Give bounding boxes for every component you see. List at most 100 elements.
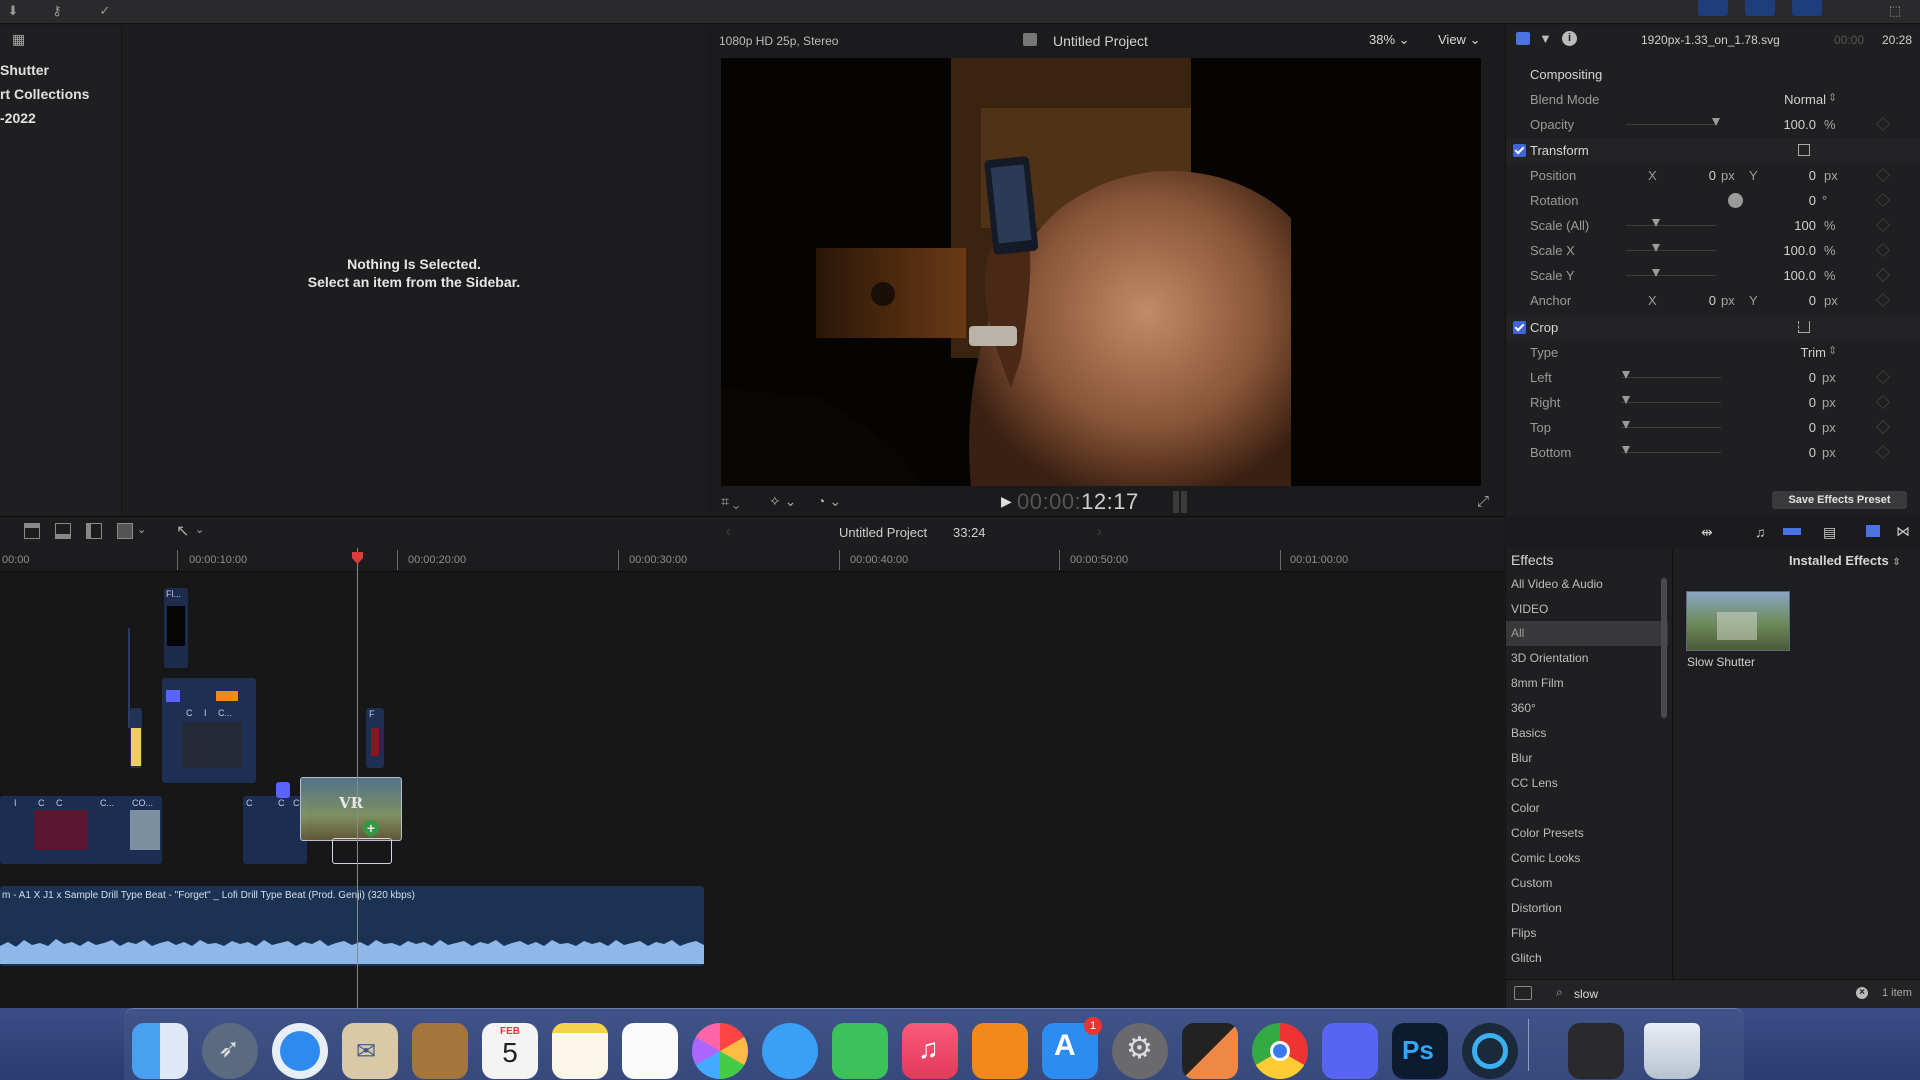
libraries-icon[interactable]: ▦ bbox=[12, 31, 30, 49]
browser-toggle-button[interactable] bbox=[1698, 0, 1728, 16]
solo-icon[interactable] bbox=[1783, 528, 1801, 535]
effects-category-selected[interactable]: All bbox=[1506, 621, 1668, 646]
primary-storyline-clips[interactable]: I C C C... CO... bbox=[0, 796, 162, 864]
timeline-toggle-button[interactable] bbox=[1745, 0, 1775, 16]
chrome-icon[interactable] bbox=[1252, 1023, 1308, 1079]
final-cut-pro-icon[interactable] bbox=[1182, 1023, 1238, 1079]
category-scrollbar[interactable] bbox=[1661, 578, 1667, 718]
anchor-x-value[interactable]: 0 bbox=[1676, 293, 1716, 308]
import-icon[interactable]: ⬇ bbox=[2, 2, 24, 20]
effects-category[interactable]: Distortion bbox=[1506, 896, 1668, 921]
forward-nav-icon[interactable]: › bbox=[1097, 523, 1102, 539]
timeline-clip[interactable] bbox=[130, 708, 142, 768]
skimming-icon[interactable]: ⇹ bbox=[1701, 524, 1713, 541]
select-tool-icon[interactable]: ↖ bbox=[176, 521, 189, 541]
facetime-icon[interactable] bbox=[832, 1023, 888, 1079]
scale-all-keyframe-icon[interactable] bbox=[1875, 217, 1891, 233]
books-icon[interactable] bbox=[972, 1023, 1028, 1079]
discord-icon[interactable] bbox=[1322, 1023, 1378, 1079]
retime-icon[interactable]: ◔ ⌄ bbox=[817, 493, 841, 510]
view-menu[interactable]: View ⌄ bbox=[1438, 32, 1480, 48]
effects-category[interactable]: Flips bbox=[1506, 921, 1668, 946]
photos-icon[interactable] bbox=[692, 1023, 748, 1079]
effects-category[interactable]: Color bbox=[1506, 796, 1668, 821]
crop-top-value[interactable]: 0 bbox=[1766, 420, 1816, 435]
video-preview[interactable] bbox=[721, 58, 1481, 486]
effects-category[interactable]: Color Presets bbox=[1506, 821, 1668, 846]
insert-clip-icon[interactable] bbox=[55, 523, 71, 539]
overwrite-clip-icon[interactable] bbox=[117, 523, 133, 539]
rotation-dial[interactable] bbox=[1728, 193, 1743, 208]
mail-icon[interactable]: ✉ bbox=[342, 1023, 398, 1079]
scale-all-slider[interactable] bbox=[1626, 225, 1716, 226]
anchor-y-value[interactable]: 0 bbox=[1776, 293, 1816, 308]
transform-onscreen-icon[interactable] bbox=[1798, 144, 1810, 156]
scale-y-keyframe-icon[interactable] bbox=[1875, 267, 1891, 283]
crop-left-value[interactable]: 0 bbox=[1766, 370, 1816, 385]
crop-left-slider[interactable] bbox=[1621, 377, 1721, 378]
scale-x-keyframe-icon[interactable] bbox=[1875, 242, 1891, 258]
crop-top-knob[interactable] bbox=[1622, 421, 1630, 429]
effect-name[interactable]: Slow Shutter bbox=[1687, 655, 1755, 669]
back-nav-icon[interactable]: ‹ bbox=[726, 523, 731, 539]
launchpad-icon[interactable]: ➶ bbox=[202, 1023, 258, 1079]
video-inspector-icon[interactable] bbox=[1516, 32, 1530, 45]
audio-clip[interactable]: m - A1 X J1 x Sample Drill Type Beat - "… bbox=[0, 886, 704, 966]
crop-type-select[interactable]: Trim bbox=[1776, 345, 1826, 360]
scale-all-knob[interactable] bbox=[1652, 219, 1660, 227]
crop-right-slider[interactable] bbox=[1621, 402, 1721, 403]
enhance-icon[interactable]: ✧ ⌄ bbox=[769, 493, 796, 510]
reminders-icon[interactable] bbox=[622, 1023, 678, 1079]
finder-icon[interactable] bbox=[132, 1023, 188, 1079]
crop-left-keyframe-icon[interactable] bbox=[1875, 369, 1891, 385]
opacity-slider[interactable] bbox=[1626, 124, 1716, 125]
scale-x-knob[interactable] bbox=[1652, 244, 1660, 252]
effects-browser-icon[interactable] bbox=[1866, 525, 1880, 537]
keywords-icon[interactable]: ⚷ bbox=[46, 2, 68, 20]
blend-mode-select[interactable]: Normal bbox=[1766, 92, 1826, 107]
crop-onscreen-icon[interactable] bbox=[1798, 321, 1810, 333]
safari-icon[interactable] bbox=[272, 1023, 328, 1079]
scale-y-slider[interactable] bbox=[1626, 275, 1716, 276]
save-effects-preset-button[interactable]: Save Effects Preset bbox=[1772, 491, 1907, 509]
crop-top-keyframe-icon[interactable] bbox=[1875, 419, 1891, 435]
effects-category[interactable]: Comic Looks bbox=[1506, 846, 1668, 871]
effects-category[interactable]: Blur bbox=[1506, 746, 1668, 771]
primary-storyline-clips[interactable]: C C C bbox=[243, 796, 307, 864]
notes-icon[interactable] bbox=[552, 1023, 608, 1079]
contacts-icon[interactable] bbox=[412, 1023, 468, 1079]
drop-target-clip[interactable] bbox=[332, 838, 392, 864]
position-keyframe-icon[interactable] bbox=[1875, 167, 1891, 183]
audio-skimming-icon[interactable]: ♫ bbox=[1755, 524, 1766, 540]
installed-effects-menu[interactable]: Installed Effects ⇕ bbox=[1789, 553, 1901, 568]
opacity-keyframe-icon[interactable] bbox=[1875, 116, 1891, 132]
effects-category[interactable]: All Video & Audio bbox=[1506, 572, 1668, 597]
dragged-effect-thumbnail[interactable]: VR + bbox=[300, 777, 402, 841]
messages-icon[interactable] bbox=[762, 1023, 818, 1079]
zoom-menu[interactable]: 38% ⌄ bbox=[1369, 32, 1410, 48]
opacity-value[interactable]: 100.0 bbox=[1746, 117, 1816, 132]
effects-category[interactable]: 8mm Film bbox=[1506, 671, 1668, 696]
effects-category[interactable]: 360° bbox=[1506, 696, 1668, 721]
timeline[interactable]: 00:00 00:00:10:00 00:00:20:00 00:00:30:0… bbox=[0, 548, 1504, 1008]
crop-right-knob[interactable] bbox=[1622, 396, 1630, 404]
effects-category[interactable]: Glitch bbox=[1506, 946, 1668, 971]
tool-menu-chevron-icon[interactable]: ⌄ bbox=[195, 523, 204, 536]
effects-category[interactable]: Basics bbox=[1506, 721, 1668, 746]
transitions-browser-icon[interactable]: ⋈ bbox=[1896, 523, 1910, 540]
app-store-icon[interactable]: A 1 bbox=[1042, 1017, 1102, 1079]
scale-all-value[interactable]: 100 bbox=[1766, 218, 1816, 233]
clear-search-icon[interactable]: × bbox=[1856, 987, 1868, 999]
playhead-line[interactable] bbox=[357, 548, 358, 1008]
crop-left-knob[interactable] bbox=[1622, 371, 1630, 379]
clip-appearance-icon[interactable]: ▤ bbox=[1823, 524, 1836, 541]
transform-checkbox[interactable] bbox=[1513, 144, 1526, 157]
system-preferences-icon[interactable]: ⚙ bbox=[1112, 1023, 1168, 1079]
effect-thumbnail-slow-shutter[interactable] bbox=[1686, 591, 1790, 651]
filter-icon[interactable]: ▼ bbox=[1539, 31, 1552, 46]
recent-document-icon[interactable] bbox=[1568, 1023, 1624, 1079]
position-y-value[interactable]: 0 bbox=[1776, 168, 1816, 183]
crop-right-value[interactable]: 0 bbox=[1766, 395, 1816, 410]
background-tasks-icon[interactable]: ✓ bbox=[94, 2, 116, 20]
sidebar-item-event[interactable]: -2022 bbox=[0, 110, 36, 126]
